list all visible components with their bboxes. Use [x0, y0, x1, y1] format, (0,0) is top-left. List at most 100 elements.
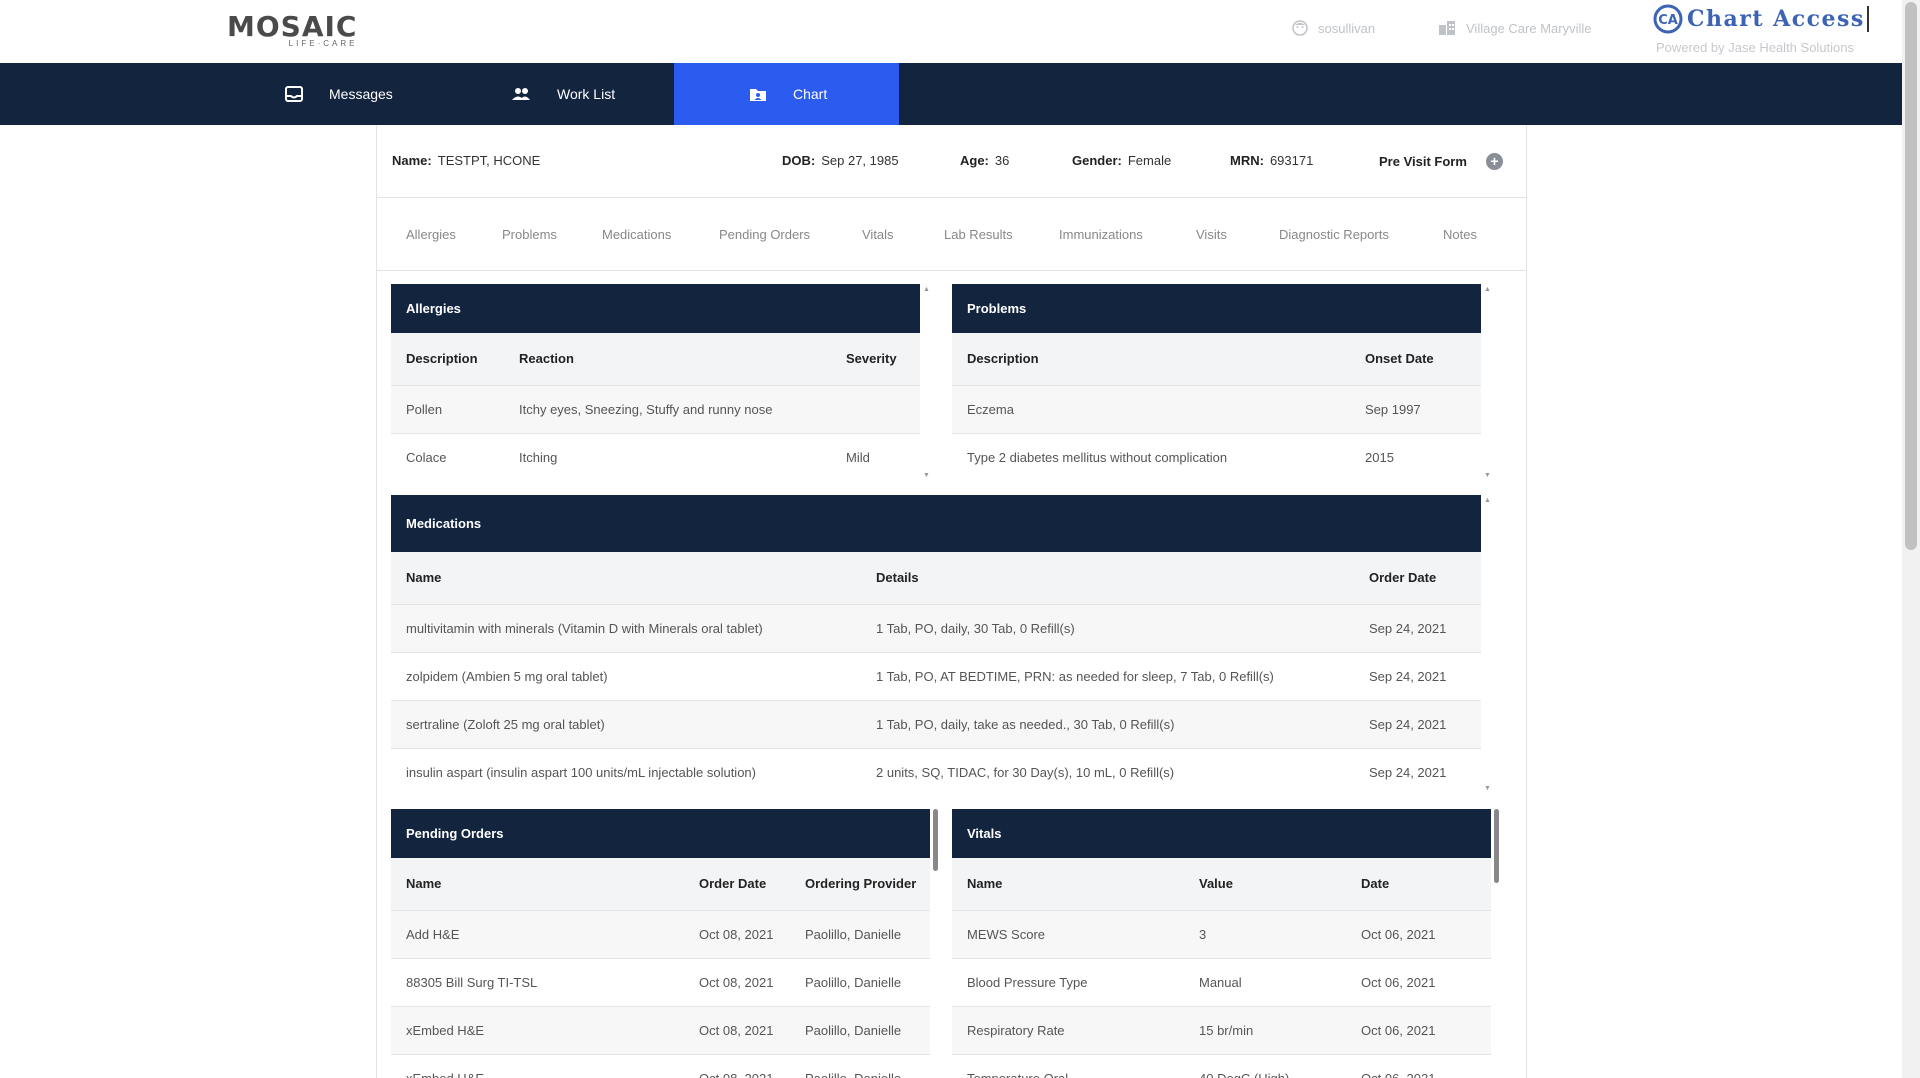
tab-problems[interactable]: Problems: [502, 227, 557, 242]
cell: Mild: [831, 433, 920, 481]
pending-orders-table: Name Order Date Ordering Provider Add H&…: [391, 858, 930, 1078]
cell: sertraline (Zoloft 25 mg oral tablet): [391, 700, 861, 749]
cell: Paolillo, Danielle: [790, 958, 930, 1007]
table-row[interactable]: MEWS Score 3 Oct 06, 2021: [952, 910, 1491, 959]
table-row[interactable]: multivitamin with minerals (Vitamin D wi…: [391, 604, 1481, 653]
cell: 15 br/min: [1184, 1006, 1346, 1055]
pre-visit-label: Pre Visit Form: [1379, 154, 1467, 169]
table-row[interactable]: xEmbed H&E Oct 08, 2021 Paolillo, Danielle: [391, 1006, 930, 1055]
mrn-value: 693171: [1269, 153, 1314, 168]
tab-pending-orders[interactable]: Pending Orders: [719, 227, 810, 242]
tab-lab-results[interactable]: Lab Results: [944, 227, 1013, 242]
table-row[interactable]: sertraline (Zoloft 25 mg oral tablet) 1 T…: [391, 700, 1481, 749]
scroll-down-icon[interactable]: ▼: [1484, 785, 1491, 792]
mosaic-logo[interactable]: MOSAIC LIFE·CARE: [227, 10, 358, 49]
column-header: Order Date: [1354, 552, 1481, 605]
page-scrollbar[interactable]: [1902, 0, 1920, 1078]
problems-table: Description Onset Date Eczema Sep 1997 Ty…: [952, 333, 1481, 481]
cell: Blood Pressure Type: [952, 958, 1184, 1007]
inbox-icon: [285, 86, 303, 102]
cell: Respiratory Rate: [952, 1006, 1184, 1055]
table-row[interactable]: Temperature Oral 40 DegC (High) Oct 06, 20…: [952, 1054, 1491, 1078]
column-header: Name: [391, 552, 861, 605]
page-scrollbar-thumb[interactable]: [1905, 2, 1917, 550]
cell: Temperature Oral: [952, 1054, 1184, 1078]
table-row[interactable]: insulin aspart (insulin aspart 100 units…: [391, 748, 1481, 794]
allergies-panel: Allergies Description Reaction Severity …: [391, 284, 920, 481]
cell: 88305 Bill Surg TI-TSL: [391, 958, 684, 1007]
nav-chart[interactable]: Chart: [674, 63, 899, 125]
facility-menu[interactable]: Village Care Maryville: [1438, 20, 1591, 36]
table-row[interactable]: Colace Itching Mild: [391, 433, 920, 481]
cell: Itching: [504, 433, 831, 481]
cell: Oct 06, 2021: [1346, 910, 1491, 959]
scroll-up-icon[interactable]: ▲: [1484, 286, 1491, 293]
cell: [831, 385, 920, 434]
cell: Oct 06, 2021: [1346, 1054, 1491, 1078]
table-row[interactable]: 88305 Bill Surg TI-TSL Oct 08, 2021 Paolil…: [391, 958, 930, 1007]
medications-scrollbar[interactable]: ▲ ▼: [1481, 495, 1495, 794]
tab-notes[interactable]: Notes: [1443, 227, 1477, 242]
cell: Itchy eyes, Sneezing, Stuffy and runny n…: [504, 385, 831, 434]
vitals-scrollbar[interactable]: [1491, 809, 1505, 1078]
scroll-thumb[interactable]: [933, 809, 938, 871]
cell: 3: [1184, 910, 1346, 959]
svg-text:CA: CA: [1658, 13, 1678, 28]
pending-orders-scrollbar[interactable]: [930, 809, 944, 1078]
scroll-down-icon[interactable]: ▼: [1484, 472, 1491, 479]
cell: Paolillo, Danielle: [790, 1006, 930, 1055]
chart-tabs: Allergies Problems Medications Pending O…: [376, 198, 1527, 271]
tab-visits[interactable]: Visits: [1196, 227, 1227, 242]
chart-access-brand: CA Chart Access Powered by Jase Health S…: [1653, 4, 1869, 55]
tab-diagnostic-reports[interactable]: Diagnostic Reports: [1279, 227, 1389, 242]
name-value: TESTPT, HCONE: [437, 153, 541, 168]
column-header: Name: [952, 858, 1184, 911]
cell: 40 DegC (High): [1184, 1054, 1346, 1078]
panel-title: Medications: [391, 495, 1481, 552]
user-menu[interactable]: sosullivan: [1292, 20, 1375, 36]
table-row[interactable]: Respiratory Rate 15 br/min Oct 06, 2021: [952, 1006, 1491, 1055]
scroll-up-icon[interactable]: ▲: [1484, 497, 1491, 504]
table-row[interactable]: Eczema Sep 1997: [952, 385, 1481, 434]
medications-table: Name Details Order Date multivitamin wit…: [391, 552, 1481, 794]
scroll-down-icon[interactable]: ▼: [923, 472, 930, 479]
nav-work-list[interactable]: Work List: [511, 63, 661, 125]
table-row[interactable]: xEmbed H&E Oct 08, 2021 Paolillo, Danielle: [391, 1054, 930, 1078]
table-row[interactable]: Type 2 diabetes mellitus without complic…: [952, 433, 1481, 481]
brand-name: Chart Access: [1687, 6, 1869, 32]
tab-allergies[interactable]: Allergies: [406, 227, 456, 242]
tab-medications[interactable]: Medications: [602, 227, 671, 242]
table-row[interactable]: zolpidem (Ambien 5 mg oral tablet) 1 Tab,…: [391, 652, 1481, 701]
cell: xEmbed H&E: [391, 1006, 684, 1055]
logo-text: MOSAIC: [227, 10, 358, 43]
column-header: Reaction: [504, 333, 831, 386]
table-row[interactable]: Pollen Itchy eyes, Sneezing, Stuffy and r…: [391, 385, 920, 434]
plus-circle-icon[interactable]: +: [1485, 153, 1503, 170]
cell: Paolillo, Danielle: [790, 1054, 930, 1078]
chart-access-logo-icon: CA: [1653, 4, 1683, 34]
cell: Sep 24, 2021: [1354, 652, 1481, 701]
column-header: Ordering Provider: [790, 858, 930, 911]
table-row[interactable]: Blood Pressure Type Manual Oct 06, 2021: [952, 958, 1491, 1007]
people-icon: [512, 88, 530, 100]
table-header-row: Name Order Date Ordering Provider: [391, 858, 930, 911]
allergies-scrollbar[interactable]: ▲ ▼: [920, 284, 934, 481]
patient-mrn: MRN: 693171: [1230, 153, 1313, 168]
pre-visit-form-button[interactable]: Pre Visit Form +: [1379, 153, 1503, 170]
cell: MEWS Score: [952, 910, 1184, 959]
age-label: Age:: [960, 153, 989, 168]
column-header: Name: [391, 858, 684, 911]
cell: Sep 24, 2021: [1354, 748, 1481, 794]
gender-value: Female: [1127, 153, 1172, 168]
patient-dob: DOB: Sep 27, 1985: [782, 153, 899, 168]
problems-scrollbar[interactable]: ▲ ▼: [1481, 284, 1495, 481]
vitals-panel: Vitals Name Value Date MEWS Score 3 Oct 06…: [952, 809, 1491, 1078]
tab-vitals[interactable]: Vitals: [862, 227, 894, 242]
scroll-thumb[interactable]: [1494, 809, 1499, 883]
table-row[interactable]: Add H&E Oct 08, 2021 Paolillo, Danielle: [391, 910, 930, 959]
scroll-up-icon[interactable]: ▲: [923, 286, 930, 293]
tab-immunizations[interactable]: Immunizations: [1059, 227, 1143, 242]
nav-messages[interactable]: Messages: [285, 63, 485, 125]
cell: insulin aspart (insulin aspart 100 units…: [391, 748, 861, 794]
cell: Sep 24, 2021: [1354, 604, 1481, 653]
